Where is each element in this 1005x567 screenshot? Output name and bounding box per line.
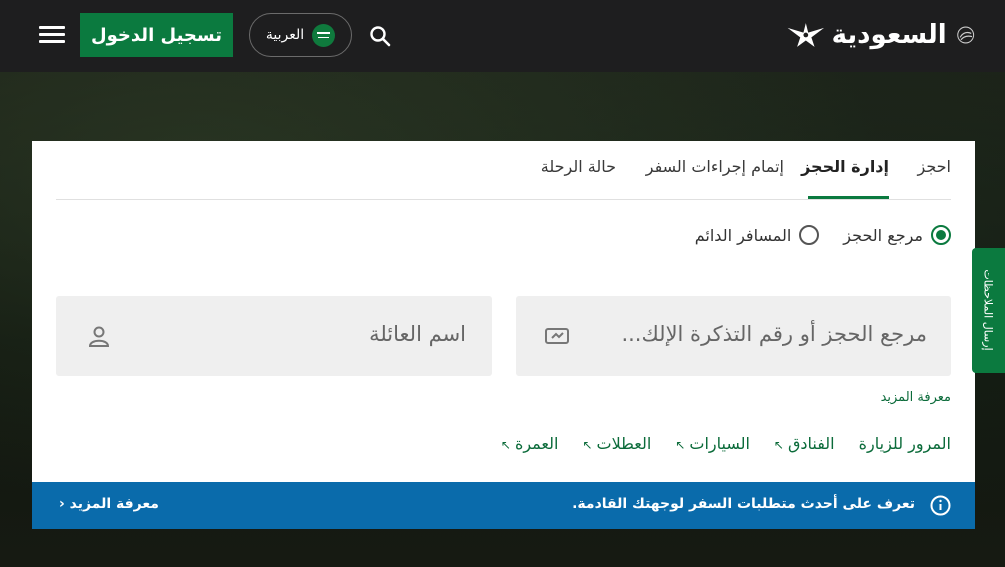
search-icon[interactable] xyxy=(368,24,392,48)
quick-links: المرور للزيارة الفنادق↖ السيارات↖ العطلا… xyxy=(501,434,951,453)
travel-requirements-banner: تعرف على أحدث متطلبات السفر لوجهتك القاد… xyxy=(32,482,975,529)
radio-checked-icon xyxy=(931,225,951,245)
tab-manage-booking[interactable]: إدارة الحجز xyxy=(801,157,889,176)
search-type-options: مرجع الحجز المسافر الدائم xyxy=(695,225,951,245)
quick-link-cars[interactable]: السيارات↖ xyxy=(675,434,750,453)
banner-learn-more-link[interactable]: معرفة المزيد ‹ xyxy=(59,496,159,512)
hamburger-icon[interactable] xyxy=(38,22,66,48)
language-selector[interactable]: العربية xyxy=(249,13,352,57)
skyteam-icon xyxy=(956,26,974,44)
top-bar: تسجيل الدخول العربية السعودية xyxy=(0,0,1005,72)
feedback-tab[interactable]: إرسال الملاحظات xyxy=(972,248,1005,373)
radio-booking-reference[interactable]: مرجع الحجز xyxy=(843,225,951,245)
radio-label: المسافر الدائم xyxy=(694,225,792,245)
logo-text: السعودية xyxy=(831,20,947,50)
learn-more-link[interactable]: معرفة المزيد xyxy=(881,390,951,405)
active-tab-indicator xyxy=(808,196,889,199)
quick-link-hotels[interactable]: الفنادق↖ xyxy=(774,434,835,453)
chevron-left-icon: ‹ xyxy=(59,496,65,512)
info-icon xyxy=(930,495,951,516)
saudia-logo[interactable]: السعودية xyxy=(786,12,978,58)
tab-book[interactable]: احجز xyxy=(918,157,952,176)
banner-message: تعرف على أحدث متطلبات السفر لوجهتك القاد… xyxy=(572,496,915,512)
radio-frequent-flyer[interactable]: المسافر الدائم xyxy=(695,225,820,245)
booking-reference-placeholder: مرجع الحجز أو رقم التذكرة الإلك... xyxy=(621,322,927,346)
external-arrow-icon: ↖ xyxy=(500,438,511,452)
external-arrow-icon: ↖ xyxy=(773,438,784,452)
external-arrow-icon: ↖ xyxy=(675,438,686,452)
saudia-emblem-icon xyxy=(787,23,825,47)
feedback-label: إرسال الملاحظات xyxy=(981,269,995,351)
booking-tabs: احجز إدارة الحجز إتمام إجراءات السفر حال… xyxy=(56,141,951,200)
last-name-placeholder: اسم العائلة xyxy=(369,322,466,346)
tab-flight-status[interactable]: حالة الرحلة xyxy=(541,157,616,176)
quick-link-umrah[interactable]: العمرة↖ xyxy=(501,434,559,453)
saudi-flag-icon xyxy=(312,23,336,47)
external-arrow-icon: ↖ xyxy=(582,438,593,452)
radio-label: مرجع الحجز xyxy=(843,225,923,245)
page: تسجيل الدخول العربية السعودية احجز إدارة… xyxy=(0,0,1005,567)
booking-reference-input[interactable]: مرجع الحجز أو رقم التذكرة الإلك... xyxy=(516,296,951,376)
tab-check-in[interactable]: إتمام إجراءات السفر xyxy=(646,157,784,176)
ticket-icon xyxy=(545,328,569,344)
quick-link-visit-transit[interactable]: المرور للزيارة xyxy=(859,434,951,453)
manage-booking-card: احجز إدارة الحجز إتمام إجراءات السفر حال… xyxy=(32,141,975,529)
last-name-input[interactable]: اسم العائلة xyxy=(56,296,492,376)
quick-link-holidays[interactable]: العطلات↖ xyxy=(582,434,651,453)
radio-unchecked-icon xyxy=(799,225,820,245)
language-label: العربية xyxy=(265,27,305,43)
user-icon xyxy=(88,326,110,347)
login-button[interactable]: تسجيل الدخول xyxy=(80,13,233,57)
